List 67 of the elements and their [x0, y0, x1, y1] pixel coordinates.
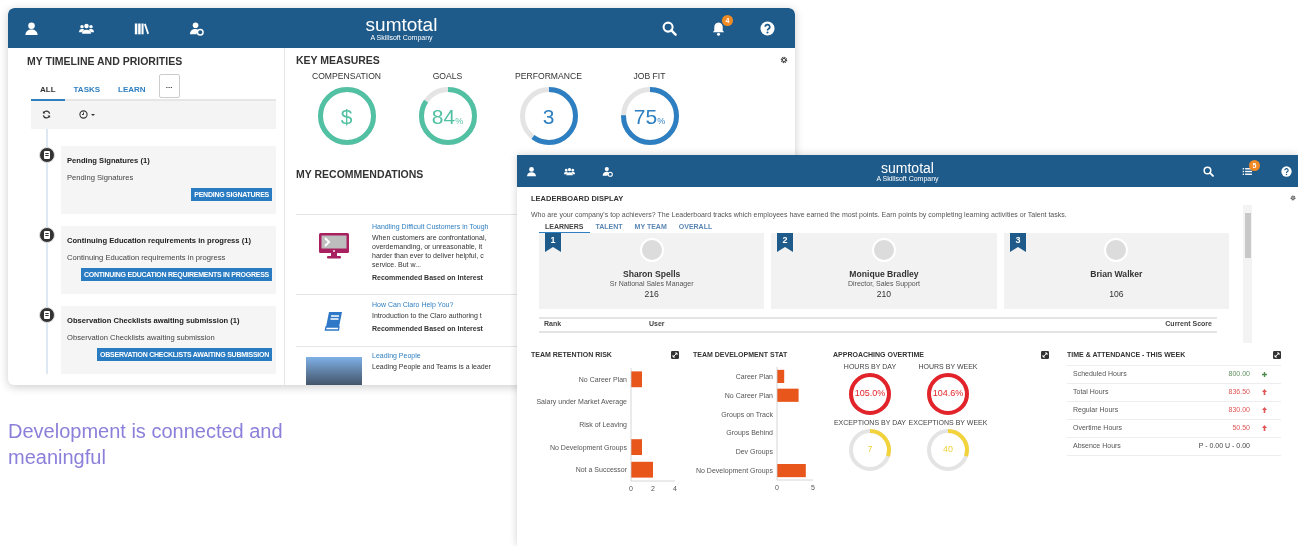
brand-logo: sumtotal: [365, 15, 438, 34]
gauge-value: $: [340, 105, 353, 127]
book-icon: [324, 310, 344, 331]
more-button[interactable]: ...: [158, 73, 180, 98]
gauge-value: 40: [943, 445, 953, 454]
user-icon[interactable]: [526, 165, 537, 177]
rank-ribbon: 2: [777, 232, 794, 252]
help-icon[interactable]: [1281, 165, 1292, 177]
rank-ribbon: 1: [545, 232, 561, 252]
bar: [631, 438, 642, 455]
settings-icon[interactable]: [1290, 195, 1296, 201]
help-icon[interactable]: [760, 20, 775, 36]
document-icon: [39, 146, 55, 163]
gauge-value: 84%: [431, 105, 464, 127]
bar: [777, 369, 785, 383]
refresh-icon[interactable]: [42, 110, 51, 119]
user-icon[interactable]: [24, 20, 39, 36]
bar: [777, 388, 799, 402]
search-icon[interactable]: [662, 20, 677, 36]
gauge-value: 3: [542, 105, 555, 127]
document-icon: [39, 306, 55, 323]
leader-score: 106: [1109, 290, 1124, 299]
measure-label: GOALS: [432, 71, 463, 81]
up-arrow-icon: [1262, 425, 1267, 431]
expand-icon[interactable]: [671, 350, 679, 359]
section-title: MY RECOMMENDATIONS: [296, 169, 424, 180]
tab[interactable]: LEARN: [109, 85, 155, 101]
bell-icon[interactable]: [711, 20, 726, 36]
section-title: KEY MEASURES: [296, 53, 380, 66]
search-icon[interactable]: [1203, 165, 1214, 177]
photo-placeholder: [306, 356, 362, 385]
up-arrow-icon: [1262, 407, 1267, 413]
up-arrow-icon: [1262, 389, 1267, 395]
section-title: MY TIMELINE AND PRIORITIES: [26, 54, 183, 67]
avatar: [639, 237, 664, 262]
rank-ribbon: 3: [1009, 232, 1026, 252]
tab[interactable]: TASKS: [64, 85, 110, 101]
plus-icon: [1262, 371, 1267, 377]
leader-name: Monique Bradley: [849, 269, 919, 279]
expand-icon[interactable]: [1041, 350, 1049, 359]
measure-label: PERFORMANCE: [515, 71, 582, 81]
brand-logo: sumtotal: [881, 160, 934, 175]
gauge-value: 75%: [633, 105, 666, 127]
bar: [631, 370, 642, 387]
avatar: [1104, 237, 1129, 262]
expand-icon[interactable]: [1273, 350, 1281, 359]
group-icon[interactable]: [564, 165, 575, 177]
bar: [777, 463, 806, 477]
leader-name: Brian Walker: [1090, 269, 1143, 279]
document-icon: [39, 226, 55, 243]
measure-label: JOB FIT: [633, 71, 666, 81]
caption-text: Development is connected and meaningful: [8, 419, 284, 470]
leader-score: 216: [644, 290, 659, 299]
monitor-icon: [319, 232, 349, 259]
avatar: [872, 237, 896, 262]
history-dropdown-icon[interactable]: [79, 110, 96, 119]
gauge-value: 7: [867, 445, 873, 454]
bar: [631, 461, 653, 478]
leader-score: 210: [876, 290, 892, 299]
user-settings-icon[interactable]: [602, 165, 613, 177]
measure-label: COMPENSATION: [311, 71, 382, 81]
notifications-icon[interactable]: [1242, 165, 1253, 177]
user-settings-icon[interactable]: [189, 20, 204, 36]
gauge-value: 105.0%: [854, 389, 886, 398]
settings-icon[interactable]: [780, 56, 788, 64]
leader-name: Sharon Spells: [623, 269, 681, 279]
gauge-value: 104.6%: [932, 389, 964, 398]
